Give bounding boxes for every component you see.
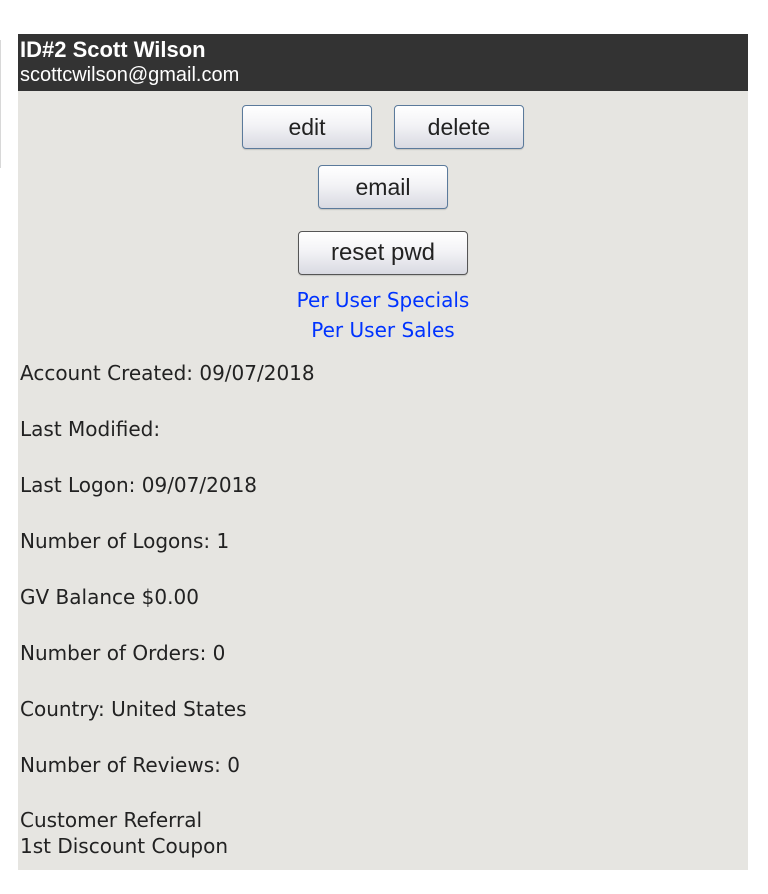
per-user-specials-link[interactable]: Per User Specials: [18, 285, 748, 315]
edit-button[interactable]: edit: [242, 105, 372, 149]
gv-balance: GV Balance $0.00: [20, 585, 199, 609]
last-logon: Last Logon: 09/07/2018: [20, 473, 258, 497]
customer-referral: Customer Referral: [20, 808, 203, 832]
customer-details: Account Created: 09/07/2018 Last Modifie…: [18, 359, 748, 859]
edit-delete-row: edit delete: [18, 105, 748, 149]
customer-links: Per User Specials Per User Sales: [18, 285, 748, 345]
reset-password-row: reset pwd: [18, 231, 748, 275]
customer-email: scottcwilson@gmail.com: [20, 64, 240, 86]
referral-block: Customer Referral 1st Discount Coupon: [20, 807, 748, 859]
per-user-sales-link[interactable]: Per User Sales: [18, 315, 748, 345]
email-button[interactable]: email: [318, 165, 448, 209]
account-created: Account Created: 09/07/2018: [20, 361, 315, 385]
reset-password-button[interactable]: reset pwd: [298, 231, 468, 275]
last-modified: Last Modified:: [20, 417, 161, 441]
customer-info-panel: ID#2 Scott Wilson scottcwilson@gmail.com…: [18, 34, 748, 870]
left-edge-divider: [0, 40, 1, 168]
email-row: email: [18, 165, 748, 209]
delete-button[interactable]: delete: [394, 105, 524, 149]
number-of-reviews: Number of Reviews: 0: [20, 753, 240, 777]
customer-header: ID#2 Scott Wilson scottcwilson@gmail.com: [18, 34, 748, 91]
number-of-orders: Number of Orders: 0: [20, 641, 226, 665]
discount-coupon: 1st Discount Coupon: [20, 834, 228, 858]
number-of-logons: Number of Logons: 1: [20, 529, 230, 553]
customer-id-name: ID#2 Scott Wilson: [20, 37, 206, 62]
country: Country: United States: [20, 697, 247, 721]
